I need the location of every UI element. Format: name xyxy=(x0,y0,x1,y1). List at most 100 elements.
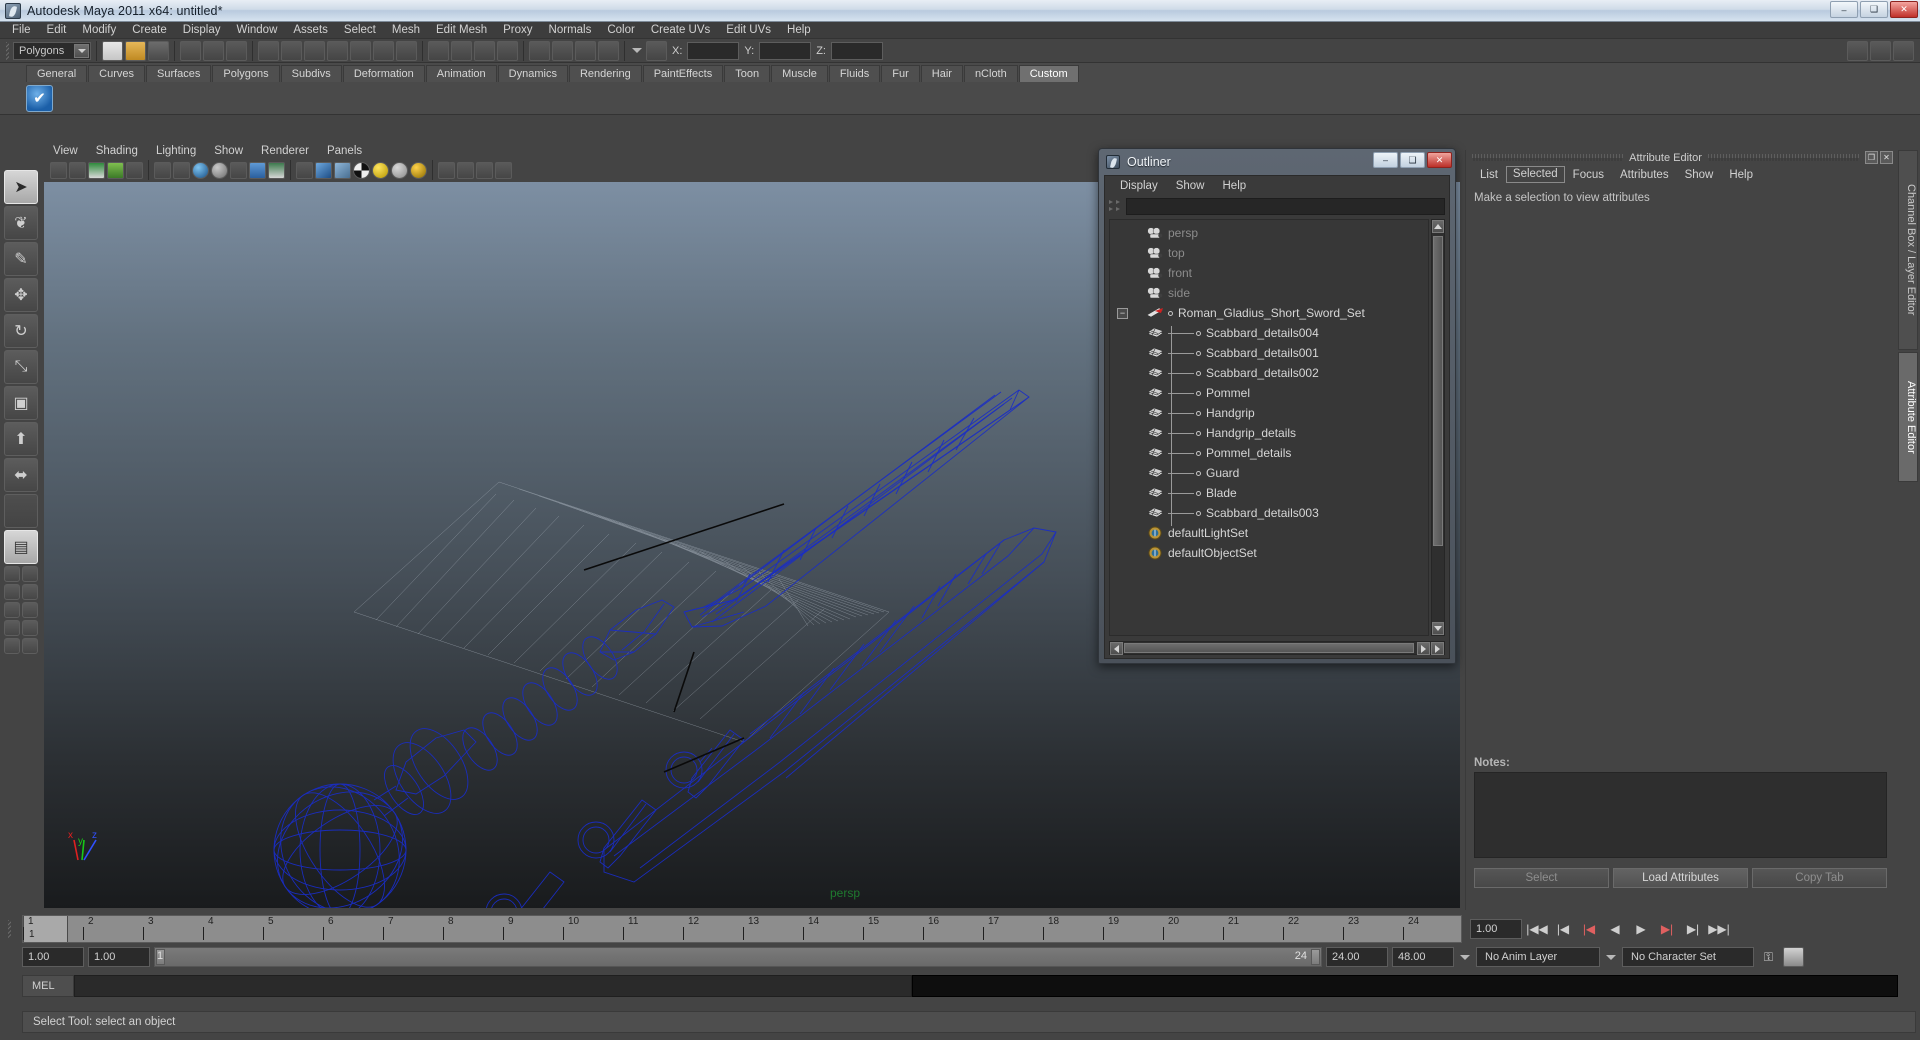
occlusion-icon[interactable] xyxy=(457,161,474,179)
animation-preferences-icon[interactable] xyxy=(1783,947,1804,967)
chevron-down-icon[interactable] xyxy=(74,43,89,58)
ipr-render-icon[interactable] xyxy=(575,40,596,61)
single-perspective-view-layout[interactable]: ▤ xyxy=(4,530,38,564)
smooth-shade-selected-icon[interactable] xyxy=(334,161,351,179)
viewport-menu-shading[interactable]: Shading xyxy=(87,145,147,157)
paint-select-tool[interactable]: ✎ xyxy=(4,242,38,276)
shelf-tab-general[interactable]: General xyxy=(26,65,88,82)
grid-icon[interactable] xyxy=(154,161,171,179)
open-scene-icon[interactable] xyxy=(125,40,146,61)
menu-assets[interactable]: Assets xyxy=(285,22,336,39)
menu-edit-uvs[interactable]: Edit UVs xyxy=(718,22,779,39)
lasso-select-tool[interactable]: ❦ xyxy=(4,206,38,240)
script-language-label[interactable]: MEL xyxy=(22,975,74,997)
shelf-tab-deformation[interactable]: Deformation xyxy=(342,65,425,82)
universal-manipulator-tool[interactable]: ▣ xyxy=(4,386,38,420)
layout-preset-5[interactable] xyxy=(4,602,20,618)
shelf-tab-toon[interactable]: Toon xyxy=(724,65,771,82)
outliner-item[interactable]: Handgrip_details xyxy=(1110,423,1428,443)
image-plane-icon[interactable] xyxy=(107,161,124,179)
new-scene-icon[interactable] xyxy=(102,40,123,61)
isolate-select-icon[interactable] xyxy=(476,161,493,179)
show-hide-attribute-editor-icon[interactable] xyxy=(1893,40,1914,61)
outliner-close-button[interactable]: ✕ xyxy=(1427,152,1452,168)
bookmark-icon[interactable] xyxy=(88,161,105,179)
smooth-shade-all-icon[interactable] xyxy=(315,161,332,179)
highlight-selection-icon[interactable] xyxy=(258,40,279,61)
minimize-button[interactable]: – xyxy=(1830,1,1858,18)
construction-history-icon[interactable] xyxy=(529,40,550,61)
menu-normals[interactable]: Normals xyxy=(541,22,600,39)
attribute-editor-menu-focus[interactable]: Focus xyxy=(1565,169,1612,181)
panel-drag-dots-left[interactable] xyxy=(1472,154,1624,161)
shadows-icon[interactable] xyxy=(438,161,455,179)
layout-preset-1[interactable] xyxy=(4,566,20,582)
attribute-editor-float-button[interactable]: ❐ xyxy=(1865,151,1879,164)
show-hide-channel-box-icon[interactable] xyxy=(1847,40,1868,61)
shelf-tab-hair[interactable]: Hair xyxy=(920,65,963,82)
shelf-tab-painteffects[interactable]: PaintEffects xyxy=(642,65,724,82)
range-end-field[interactable]: 24.00 xyxy=(1326,947,1388,967)
step-forward-frame-icon[interactable]: ▶| xyxy=(1656,919,1678,939)
current-frame-field[interactable]: 1.00 xyxy=(1470,919,1522,939)
z-coord-field[interactable] xyxy=(830,41,883,60)
last-tool-used[interactable]: ⬌ xyxy=(4,458,38,492)
outliner-expand-icon[interactable] xyxy=(1109,199,1122,213)
menu-display[interactable]: Display xyxy=(175,22,229,39)
layout-preset-10[interactable] xyxy=(22,638,38,654)
render-current-frame-icon[interactable] xyxy=(552,40,573,61)
select-tool[interactable]: ➤ xyxy=(4,170,38,204)
y-coord-field[interactable] xyxy=(759,41,812,60)
layout-preset-3[interactable] xyxy=(4,584,20,600)
step-back-frame-icon[interactable]: |◀ xyxy=(1578,919,1600,939)
outliner-item[interactable]: Scabbard_details004 xyxy=(1110,323,1428,343)
time-slider-grip[interactable] xyxy=(6,919,13,939)
shelf-tab-fluids[interactable]: Fluids xyxy=(828,65,881,82)
play-backwards-icon[interactable]: ◀ xyxy=(1604,919,1626,939)
rotate-tool[interactable]: ↻ xyxy=(4,314,38,348)
maximize-button[interactable]: ❑ xyxy=(1860,1,1888,18)
save-scene-icon[interactable] xyxy=(148,40,169,61)
viewport-menu-panels[interactable]: Panels xyxy=(318,145,371,157)
gate-mask-icon[interactable] xyxy=(211,161,228,179)
notes-textarea[interactable] xyxy=(1474,772,1887,858)
outliner-vertical-scrollbar[interactable] xyxy=(1431,219,1445,636)
copy-tab-button[interactable]: Copy Tab xyxy=(1752,868,1887,888)
layout-preset-4[interactable] xyxy=(22,584,38,600)
select-camera-icon[interactable] xyxy=(50,161,67,179)
select-points-icon[interactable] xyxy=(281,40,302,61)
attribute-editor-menu-help[interactable]: Help xyxy=(1721,169,1761,181)
select-by-object-icon[interactable] xyxy=(203,40,224,61)
shelf-tab-rendering[interactable]: Rendering xyxy=(568,65,642,82)
layout-preset-9[interactable] xyxy=(4,638,20,654)
outliner-item[interactable]: Handgrip xyxy=(1110,403,1428,423)
menu-modify[interactable]: Modify xyxy=(74,22,124,39)
soft-modification-tool[interactable]: ⬆ xyxy=(4,422,38,456)
load-attributes-button[interactable]: Load Attributes xyxy=(1613,868,1748,888)
menu-create[interactable]: Create xyxy=(124,22,175,39)
camera-attributes-icon[interactable] xyxy=(69,161,86,179)
attribute-editor-menu-selected[interactable]: Selected xyxy=(1505,166,1565,183)
menu-edit[interactable]: Edit xyxy=(39,22,75,39)
outliner-hscroll-thumb[interactable] xyxy=(1124,643,1414,653)
outliner-item[interactable]: Pommel_details xyxy=(1110,443,1428,463)
outliner-menu-help[interactable]: Help xyxy=(1214,180,1256,192)
play-forwards-icon[interactable]: ▶ xyxy=(1630,919,1652,939)
shelf-tab-animation[interactable]: Animation xyxy=(425,65,497,82)
select-faces-icon[interactable] xyxy=(327,40,348,61)
scroll-down-icon[interactable] xyxy=(1432,622,1444,635)
outliner-item[interactable]: side xyxy=(1110,283,1428,303)
layout-preset-8[interactable] xyxy=(22,620,38,636)
statusline-grip[interactable] xyxy=(4,41,11,61)
range-bar-right-handle[interactable] xyxy=(1311,949,1320,965)
anim-end-field[interactable]: 48.00 xyxy=(1392,947,1454,967)
shelf-tab-polygons[interactable]: Polygons xyxy=(212,65,280,82)
menu-create-uvs[interactable]: Create UVs xyxy=(643,22,718,39)
outliner-item[interactable]: persp xyxy=(1110,223,1428,243)
outliner-maximize-button[interactable]: ❑ xyxy=(1400,152,1425,168)
go-to-start-icon[interactable]: |◀◀ xyxy=(1526,919,1548,939)
outliner-item[interactable]: Guard xyxy=(1110,463,1428,483)
outliner-item[interactable]: Scabbard_details001 xyxy=(1110,343,1428,363)
attribute-editor-menu-attributes[interactable]: Attributes xyxy=(1612,169,1677,181)
x-coord-field[interactable] xyxy=(687,41,740,60)
